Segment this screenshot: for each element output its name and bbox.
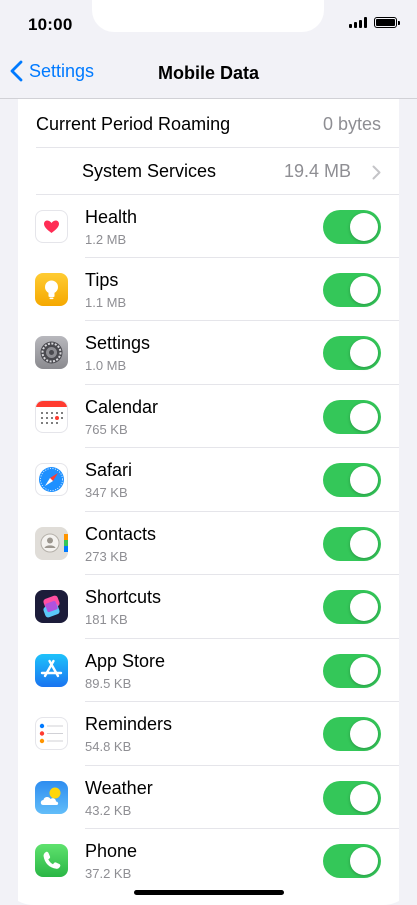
phone-data-toggle[interactable] [323,844,381,878]
signal-icon [349,17,367,28]
app-name: Reminders [85,714,173,734]
safari-data-toggle[interactable] [323,463,381,497]
reminders-data-toggle[interactable] [323,717,381,751]
app-name: Safari [85,460,133,480]
app-row-tips: Tips 1.1 MB [18,258,399,321]
app-data-usage: 347 KB [85,485,128,500]
phone-icon [35,844,68,877]
page-title: Mobile Data [157,63,259,83]
settings-gear-icon [35,336,68,369]
chevron-right-icon [372,165,381,180]
app-name: Tips [85,270,119,290]
app-name: Weather [85,778,153,798]
reminders-icon [35,717,68,750]
app-name: Contacts [85,524,157,544]
app-data-usage: 89.5 KB [85,676,132,691]
shortcuts-icon [35,590,68,623]
app-data-usage: 1.2 MB [85,232,127,247]
calendar-icon [35,400,68,433]
app-row-calendar: Calendar 765 KB [18,385,399,448]
weather-icon [35,781,68,814]
app-name: App Store [85,651,166,671]
battery-icon [374,17,400,28]
status-bar: 10:00 [0,0,417,50]
app-row-contacts: Contacts 273 KB [18,512,399,575]
system-services-row[interactable]: System Services 19.4 MB [18,99,399,195]
app-row-settings: Settings 1.0 MB [18,321,399,384]
app-name: Shortcuts [85,587,162,607]
app-name: Phone [85,841,138,861]
contacts-icon [35,527,68,560]
app-data-usage: 765 KB [85,422,128,437]
mobile-data-list: Current Period Roaming 0 bytes System Se… [18,99,399,905]
health-data-toggle[interactable] [323,210,381,244]
app-data-usage: 181 KB [85,612,128,627]
app-row-phone: Phone 37.2 KB [18,829,399,892]
status-time: 10:00 [28,15,73,34]
app-data-usage: 273 KB [85,549,128,564]
safari-icon [35,463,68,496]
app-row-app-store: App Store 89.5 KB [18,639,399,702]
app-data-usage: 1.0 MB [85,358,127,373]
contacts-data-toggle[interactable] [323,527,381,561]
app-data-usage: 54.8 KB [85,739,132,754]
shortcuts-data-toggle[interactable] [323,590,381,624]
app-name: Settings [85,333,151,353]
tips-data-toggle[interactable] [323,273,381,307]
tips-icon [35,273,68,306]
phone-screen: 10:00 Settings Mobile Data Current Perio… [0,0,417,905]
app-row-safari: Safari 347 KB [18,448,399,511]
app-data-usage: 37.2 KB [85,866,132,881]
app-store-data-toggle[interactable] [323,654,381,688]
app-data-usage: 1.1 MB [85,295,127,310]
app-name: Calendar [85,397,159,417]
navigation-bar: Settings Mobile Data [0,50,417,98]
calendar-data-toggle[interactable] [323,400,381,434]
app-row-reminders: Reminders 54.8 KB [18,702,399,765]
health-icon [35,210,68,243]
app-row-weather: Weather 43.2 KB [18,766,399,829]
settings-data-toggle[interactable] [323,336,381,370]
weather-data-toggle[interactable] [323,781,381,815]
app-row-shortcuts: Shortcuts 181 KB [18,575,399,638]
app-name: Health [85,207,138,227]
app-store-icon [35,654,68,687]
notch [92,0,324,32]
app-row-health: Health 1.2 MB [18,195,399,258]
app-data-usage: 43.2 KB [85,803,132,818]
system-services-label: System Services [82,161,217,181]
status-icons [349,17,400,28]
home-indicator[interactable] [134,890,284,895]
system-services-value: 19.4 MB [283,161,351,181]
